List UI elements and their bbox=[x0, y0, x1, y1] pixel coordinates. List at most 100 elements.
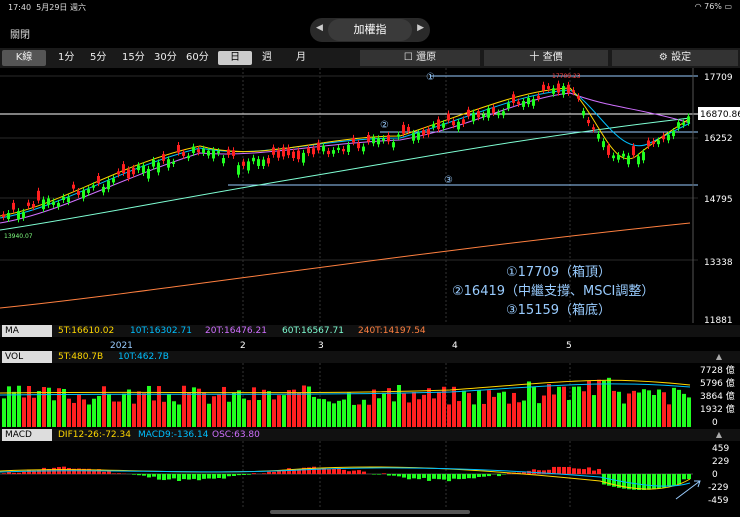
volume-bar bbox=[122, 393, 126, 427]
volume-bar bbox=[92, 398, 96, 427]
volume-bar bbox=[367, 404, 371, 427]
volume-bar bbox=[72, 402, 76, 427]
vol-label[interactable]: VOL bbox=[2, 351, 52, 363]
osc-bar bbox=[237, 474, 241, 476]
next-arrow-icon[interactable]: ▶ bbox=[417, 23, 424, 33]
volume-bar bbox=[77, 394, 81, 427]
volume-bar bbox=[552, 394, 556, 427]
volume-bar bbox=[432, 398, 436, 427]
period-month[interactable]: 月 bbox=[296, 51, 306, 65]
period-day[interactable]: 日 bbox=[218, 51, 252, 65]
osc-bar bbox=[377, 474, 381, 475]
vol-tick-0: 7728 億 bbox=[700, 364, 735, 376]
volume-bar bbox=[657, 389, 661, 427]
candle bbox=[67, 197, 70, 203]
period-15m[interactable]: 15分 bbox=[122, 51, 145, 65]
period-week[interactable]: 週 bbox=[262, 51, 272, 65]
osc-bar bbox=[137, 474, 141, 476]
vol-tick-1: 5796 億 bbox=[700, 377, 735, 389]
osc-bar bbox=[172, 474, 176, 479]
osc-bar bbox=[102, 471, 106, 474]
volume-bar bbox=[652, 395, 656, 427]
macd-label[interactable]: MACD bbox=[2, 429, 52, 441]
volume-bar bbox=[522, 400, 526, 427]
candle bbox=[7, 212, 10, 220]
candle bbox=[442, 123, 445, 128]
osc-bar bbox=[267, 471, 271, 474]
candle bbox=[72, 184, 75, 189]
collapse-icon[interactable]: ▲ bbox=[716, 429, 722, 441]
candle bbox=[667, 134, 670, 141]
candle bbox=[427, 129, 430, 135]
osc-bar bbox=[232, 474, 236, 476]
candle bbox=[337, 147, 340, 150]
osc-bar bbox=[577, 468, 581, 474]
candle bbox=[632, 146, 635, 156]
osc-bar bbox=[222, 474, 226, 479]
candle bbox=[127, 169, 130, 179]
prev-arrow-icon[interactable]: ◀ bbox=[316, 23, 323, 33]
candle bbox=[287, 147, 290, 156]
volume-bar bbox=[382, 393, 386, 427]
period-60m[interactable]: 60分 bbox=[186, 51, 209, 65]
candle bbox=[352, 137, 355, 143]
marker-1: ① bbox=[426, 72, 435, 83]
volume-bar bbox=[342, 399, 346, 427]
period-5m[interactable]: 5分 bbox=[90, 51, 106, 65]
volume-bar bbox=[262, 389, 266, 427]
volume-chart[interactable]: 7728 億 5796 億 3864 億 1932 億 0 bbox=[0, 363, 740, 427]
candle bbox=[112, 178, 115, 183]
volume-bar bbox=[227, 401, 231, 427]
macd-chart[interactable]: 459 229 0 -229 -459 bbox=[0, 441, 740, 507]
period-30m[interactable]: 30分 bbox=[154, 51, 177, 65]
query-price-button[interactable]: 十 查價 bbox=[484, 50, 608, 66]
volume-bar bbox=[592, 395, 596, 427]
candle bbox=[167, 159, 170, 168]
candle bbox=[347, 144, 350, 152]
volume-bar bbox=[87, 404, 91, 427]
volume-bar bbox=[167, 394, 171, 427]
candle bbox=[32, 203, 35, 208]
candle bbox=[277, 150, 280, 158]
volume-bar bbox=[502, 391, 506, 427]
ma-label[interactable]: MA bbox=[2, 325, 52, 337]
home-indicator[interactable] bbox=[270, 510, 470, 514]
low-label: 13940.07 bbox=[4, 233, 33, 240]
candle bbox=[92, 185, 95, 188]
candle bbox=[597, 134, 600, 139]
x-label-3: 3 bbox=[318, 341, 324, 351]
volume-bar bbox=[567, 400, 571, 427]
osc-bar bbox=[252, 473, 256, 474]
volume-bar bbox=[362, 399, 366, 427]
macd-tick-3: -229 bbox=[708, 483, 729, 493]
kline-button[interactable]: K線 bbox=[2, 50, 46, 66]
vol10-value: 10T:462.7B bbox=[118, 352, 169, 362]
candle bbox=[317, 142, 320, 151]
osc-bar bbox=[392, 474, 396, 476]
collapse-icon[interactable]: ▲ bbox=[716, 351, 722, 363]
candle bbox=[307, 148, 310, 154]
page-title: 加權指 bbox=[328, 19, 412, 41]
battery-icon: ▭ bbox=[724, 2, 732, 11]
candle bbox=[602, 141, 605, 148]
candle bbox=[422, 130, 425, 136]
osc-bar bbox=[402, 474, 406, 478]
restore-button[interactable]: ☐ 還原 bbox=[360, 50, 480, 66]
candle bbox=[412, 132, 415, 141]
osc-bar bbox=[132, 474, 136, 475]
osc-bar bbox=[672, 474, 676, 486]
period-1m[interactable]: 1分 bbox=[58, 51, 74, 65]
volume-bar bbox=[577, 386, 581, 427]
volume-bar bbox=[277, 395, 281, 427]
volume-bar bbox=[257, 400, 261, 427]
volume-bar bbox=[527, 381, 531, 427]
volume-bar bbox=[212, 396, 216, 427]
candle bbox=[212, 150, 215, 159]
candle bbox=[627, 155, 630, 165]
candle bbox=[517, 101, 520, 105]
osc-bar bbox=[642, 474, 646, 490]
candlestick-chart[interactable]: 17709 16870.86 16252 14795 13338 11881 1… bbox=[0, 68, 740, 323]
settings-button[interactable]: ⚙ 設定 bbox=[612, 50, 738, 66]
volume-bar bbox=[457, 401, 461, 427]
close-button[interactable]: 關閉 bbox=[10, 26, 30, 41]
